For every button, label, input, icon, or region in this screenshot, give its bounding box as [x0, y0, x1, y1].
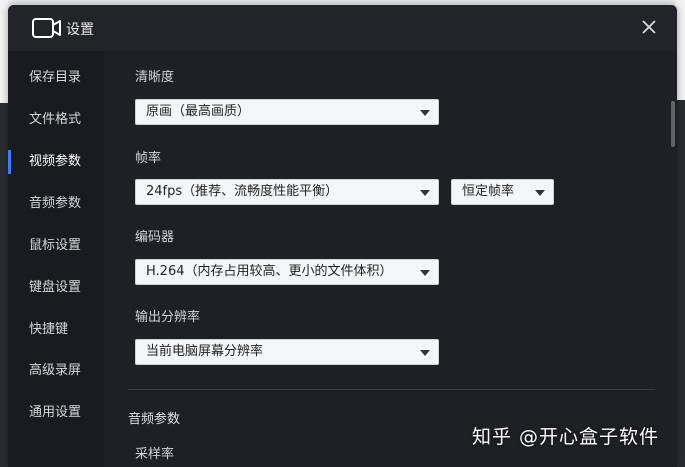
sidebar-item-audio-params[interactable]: 音频参数: [8, 188, 104, 220]
background-app-left-dark: [0, 103, 8, 467]
clarity-select[interactable]: 原画（最高画质）: [135, 99, 439, 125]
framerate-label: 帧率: [135, 151, 162, 166]
watermark-text: 知乎 @开心盒子软件: [472, 426, 660, 448]
chevron-down-icon: [420, 190, 430, 196]
resolution-value: 当前电脑屏幕分辨率: [146, 344, 264, 359]
sidebar-item-save-directory[interactable]: 保存目录: [8, 62, 104, 94]
chevron-down-icon: [535, 190, 545, 196]
scrollbar-thumb[interactable]: [671, 101, 675, 147]
settings-content: 清晰度 原画（最高画质） 帧率 24fps（推荐、流畅度性能平衡） 恒定帧率 编…: [104, 51, 677, 467]
audio-section-title: 音频参数: [128, 412, 181, 427]
encoder-value: H.264（内存占用较高、更小的文件体积）: [146, 264, 393, 279]
chevron-down-icon: [420, 270, 430, 276]
window-title: 设置: [66, 22, 94, 38]
settings-sidebar: 保存目录 文件格式 视频参数 音频参数 鼠标设置 键盘设置 快捷键 高级录屏 通…: [8, 51, 104, 467]
title-bar[interactable]: 设置: [8, 5, 677, 51]
sidebar-item-advanced-recording[interactable]: 高级录屏: [8, 355, 104, 387]
framerate-value: 24fps（推荐、流畅度性能平衡）: [146, 184, 339, 199]
clarity-label: 清晰度: [135, 70, 175, 85]
sidebar-item-general-settings[interactable]: 通用设置: [8, 397, 104, 429]
sidebar-item-file-format[interactable]: 文件格式: [8, 104, 104, 136]
sidebar-item-mouse-settings[interactable]: 鼠标设置: [8, 230, 104, 262]
video-camera-icon: [32, 18, 61, 38]
chevron-down-icon: [420, 110, 430, 116]
clarity-value: 原画（最高画质）: [146, 104, 251, 119]
section-divider: [128, 389, 655, 390]
sidebar-item-shortcuts[interactable]: 快捷键: [8, 314, 104, 346]
sidebar-item-video-params[interactable]: 视频参数: [8, 146, 104, 178]
close-icon[interactable]: [639, 17, 659, 37]
resolution-label: 输出分辨率: [135, 310, 201, 325]
framerate-mode-value: 恒定帧率: [462, 184, 515, 199]
sidebar-item-keyboard-settings[interactable]: 键盘设置: [8, 272, 104, 304]
chevron-down-icon: [420, 350, 430, 356]
framerate-select[interactable]: 24fps（推荐、流畅度性能平衡）: [135, 179, 439, 205]
encoder-select[interactable]: H.264（内存占用较高、更小的文件体积）: [135, 259, 439, 285]
framerate-mode-select[interactable]: 恒定帧率: [451, 179, 554, 205]
encoder-label: 编码器: [135, 230, 175, 245]
samplerate-label: 采样率: [135, 447, 175, 462]
resolution-select[interactable]: 当前电脑屏幕分辨率: [135, 339, 439, 365]
settings-dialog: 设置 保存目录 文件格式 视频参数 音频参数 鼠标设置 键盘设置 快捷键 高级录…: [8, 5, 677, 467]
